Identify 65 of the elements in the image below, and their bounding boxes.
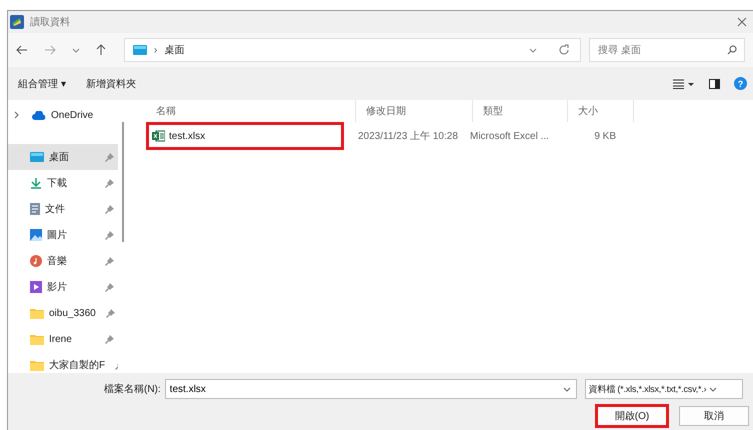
view-menu-icon[interactable] bbox=[673, 78, 695, 88]
address-bar[interactable]: › 桌面 bbox=[124, 38, 581, 62]
filename-label: 檔案名稱(N): bbox=[104, 382, 161, 396]
window-title: 讀取資料 bbox=[30, 16, 70, 29]
sidebar-item[interactable]: 影片 bbox=[8, 274, 118, 300]
document-icon bbox=[30, 203, 40, 215]
folder-icon bbox=[30, 308, 44, 318]
chevron-down-icon[interactable] bbox=[529, 48, 537, 52]
breadcrumb-separator: › bbox=[154, 44, 158, 56]
back-arrow-icon[interactable] bbox=[16, 45, 28, 55]
pin-icon[interactable] bbox=[105, 256, 114, 266]
file-size: 9 KB bbox=[593, 130, 617, 142]
app-icon bbox=[10, 15, 24, 29]
up-arrow-icon[interactable] bbox=[96, 44, 106, 56]
pin-icon[interactable] bbox=[105, 204, 114, 214]
video-icon bbox=[30, 281, 42, 293]
filename-field[interactable]: test.xlsx bbox=[164, 379, 577, 399]
scrollbar-thumb[interactable] bbox=[122, 122, 124, 242]
cancel-button[interactable]: 取消 bbox=[679, 406, 749, 426]
sidebar-item[interactable]: Irene bbox=[8, 326, 118, 352]
sidebar-item[interactable]: 音樂 bbox=[8, 248, 118, 274]
chevron-down-icon[interactable] bbox=[709, 386, 718, 392]
spreadsheet-icon bbox=[152, 130, 165, 142]
column-header[interactable]: 大小 bbox=[568, 100, 634, 122]
chevron-right-icon[interactable] bbox=[14, 111, 19, 119]
search-icon bbox=[727, 45, 737, 55]
desktop-icon bbox=[133, 45, 147, 55]
cloud-icon bbox=[32, 110, 46, 120]
column-header[interactable]: 名稱 bbox=[146, 100, 356, 122]
file-type: Microsoft Excel ... bbox=[469, 130, 550, 142]
sidebar-item[interactable]: 文件 bbox=[8, 196, 118, 222]
folder-icon bbox=[30, 360, 44, 370]
preview-pane-icon[interactable] bbox=[709, 78, 720, 88]
forward-arrow-icon[interactable] bbox=[44, 45, 56, 55]
column-header[interactable]: 修改日期 bbox=[356, 100, 473, 122]
close-icon[interactable] bbox=[737, 17, 747, 27]
sidebar-item[interactable]: oibu_3360 bbox=[8, 300, 118, 326]
sidebar-item[interactable]: 圖片 bbox=[8, 222, 118, 248]
pin-icon[interactable] bbox=[105, 282, 114, 292]
sidebar-item[interactable]: 桌面 bbox=[8, 144, 118, 170]
organize-menu[interactable]: 組合管理 ▾ bbox=[18, 76, 66, 90]
pin-icon[interactable] bbox=[105, 178, 114, 188]
sidebar-item[interactable]: 下載 bbox=[8, 170, 118, 196]
pin-icon[interactable] bbox=[105, 334, 114, 344]
column-header[interactable]: 類型 bbox=[473, 100, 568, 122]
new-folder-button[interactable]: 新增資料夾 bbox=[86, 76, 136, 90]
refresh-icon[interactable] bbox=[558, 44, 570, 56]
modified-date: 2023/11/23 上午 10:28 bbox=[357, 130, 459, 143]
chevron-down-icon[interactable] bbox=[72, 48, 80, 52]
pin-icon[interactable] bbox=[106, 308, 115, 318]
file-type-dropdown[interactable]: 資料檔 (*.xls,*.xlsx,*.txt,*.csv,*.› bbox=[584, 379, 743, 399]
open-button[interactable]: 開啟(O) bbox=[595, 404, 669, 428]
download-icon bbox=[30, 177, 42, 189]
help-button[interactable]: ? bbox=[734, 77, 747, 90]
picture-icon bbox=[30, 229, 42, 241]
sidebar-item[interactable]: OneDrive bbox=[8, 104, 118, 126]
search-field[interactable]: 搜尋 桌面 bbox=[589, 38, 745, 62]
music-icon bbox=[30, 255, 42, 267]
chevron-down-icon[interactable] bbox=[562, 387, 571, 392]
file-name: test.xlsx bbox=[169, 130, 206, 142]
pin-icon[interactable] bbox=[105, 230, 114, 240]
breadcrumb-item[interactable]: 桌面 bbox=[164, 43, 184, 57]
folder-icon bbox=[30, 334, 44, 344]
desktop-icon bbox=[30, 152, 44, 162]
pin-icon[interactable] bbox=[105, 152, 114, 162]
